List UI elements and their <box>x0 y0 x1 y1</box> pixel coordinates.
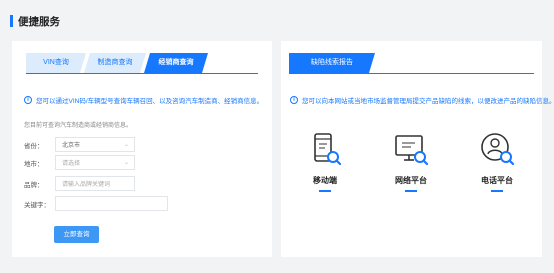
city-row: 地市： 请选择 ⌄ <box>24 155 135 170</box>
title-accent-bar <box>10 15 13 27</box>
tab-vin-query[interactable]: VIN查询 <box>26 53 86 73</box>
keyword-row: 关键字： <box>24 196 168 211</box>
keyword-label: 关键字： <box>24 201 50 209</box>
province-value: 北京市 <box>62 143 81 149</box>
info-icon: i <box>290 96 298 104</box>
brand-input[interactable]: 请输入品牌关键词 <box>55 176 135 191</box>
query-panel: VIN查询 制造商查询 经销商查询 i 您可以通过VIN码/车辆型号查询车辆召回… <box>12 41 272 257</box>
keyword-input[interactable] <box>55 196 168 211</box>
report-notice-text: 您可以向本网站或当地市场监督管理局提交产品缺陷的线索，以便改进产品的缺陷信息。 <box>302 98 554 105</box>
tab-underline <box>289 73 534 74</box>
platform-web[interactable]: 网络平台 <box>381 131 441 192</box>
report-panel: 缺陷线索报告 i 您可以向本网站或当地市场监督管理局提交产品缺陷的线索，以便改进… <box>281 41 554 257</box>
platform-phone[interactable]: 电话平台 <box>467 131 527 192</box>
province-select[interactable]: 北京市 ⌄ <box>55 137 135 152</box>
brand-row: 品牌： 请输入品牌关键词 <box>24 176 135 191</box>
query-notice-text: 您可以通过VIN码/车辆型号查询车辆召回、以及咨询汽车制造商、经销商信息。 <box>36 98 264 105</box>
platform-mobile-label: 移动端 <box>313 176 337 185</box>
city-value: 请选择 <box>62 161 81 167</box>
query-notice: i 您可以通过VIN码/车辆型号查询车辆召回、以及咨询汽车制造商、经销商信息。 <box>24 95 263 105</box>
tab-dealer-query[interactable]: 经销商查询 <box>144 53 208 73</box>
city-label: 地市： <box>24 160 44 168</box>
brand-label: 品牌： <box>24 181 44 189</box>
platform-web-bar <box>405 190 417 192</box>
query-hint: 您目前可查询汽车制造商或经销商信息。 <box>24 123 133 129</box>
query-tabs: VIN查询 制造商查询 经销商查询 <box>26 53 208 73</box>
info-icon: i <box>24 96 32 104</box>
province-row: 省份： 北京市 ⌄ <box>24 137 135 152</box>
brand-placeholder: 请输入品牌关键词 <box>62 182 111 188</box>
platform-phone-label: 电话平台 <box>481 176 513 185</box>
platform-web-label: 网络平台 <box>395 176 427 185</box>
query-button[interactable]: 立即查询 <box>54 226 99 243</box>
page-title-text: 便捷服务 <box>18 15 60 28</box>
chevron-down-icon: ⌄ <box>123 142 129 148</box>
mobile-search-icon <box>307 131 343 167</box>
platform-phone-bar <box>491 190 503 192</box>
chevron-down-icon: ⌄ <box>123 160 129 166</box>
platform-mobile[interactable]: 移动端 <box>295 131 355 192</box>
tab-defect-report[interactable]: 缺陷线索报告 <box>289 53 375 73</box>
tab-manufacturer-query[interactable]: 制造商查询 <box>84 53 146 73</box>
page-title: 便捷服务 <box>10 14 60 28</box>
province-label: 省份： <box>24 142 44 150</box>
monitor-search-icon <box>393 131 429 167</box>
platform-mobile-bar <box>319 190 331 192</box>
city-select[interactable]: 请选择 ⌄ <box>55 155 135 170</box>
phone-user-search-icon <box>479 131 515 167</box>
tab-underline <box>26 73 258 74</box>
report-notice: i 您可以向本网站或当地市场监督管理局提交产品缺陷的线索，以便改进产品的缺陷信息… <box>290 95 554 105</box>
